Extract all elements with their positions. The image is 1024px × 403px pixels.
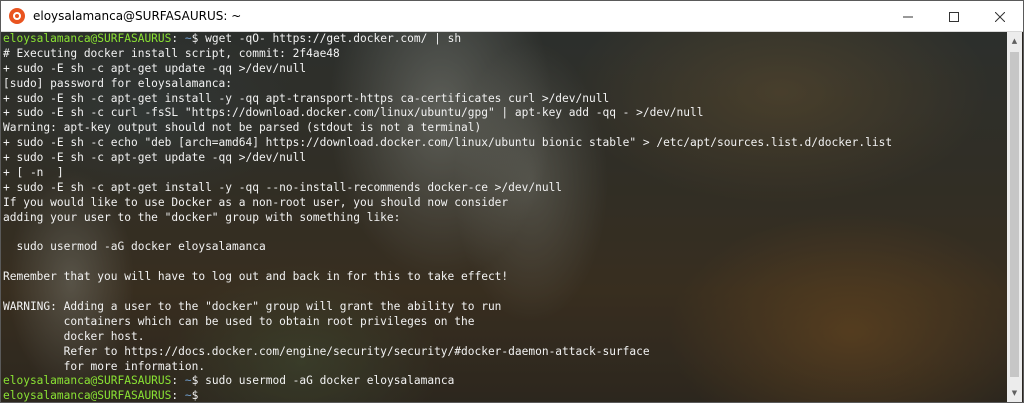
prompt-path: ~ [178, 32, 192, 45]
output-line: containers which can be used to obtain r… [3, 314, 475, 328]
prompt-line: eloysalamanca@SURFASAURUS: ~$ wget -qO- … [3, 32, 1009, 47]
command-text: sudo usermod -aG docker eloysalamanca [205, 374, 455, 388]
output-line: sudo usermod -aG docker eloysalamanca [3, 240, 266, 254]
output-line: Refer to https://docs.docker.com/engine/… [3, 344, 650, 358]
close-button[interactable] [977, 1, 1023, 32]
output-line: If you would like to use Docker as a non… [3, 195, 509, 209]
output-line: + [ -n ] [3, 166, 64, 180]
output-line: + sudo -E sh -c apt-get update -qq >/dev… [3, 151, 307, 165]
minimize-button[interactable] [885, 1, 931, 32]
prompt-symbol: $ [191, 32, 206, 45]
prompt-user-host: eloysalamanca@SURFASAURUS [3, 389, 172, 402]
prompt-user-host: eloysalamanca@SURFASAURUS [3, 374, 172, 388]
output-line: + sudo -E sh -c apt-get install -y -qq a… [3, 91, 610, 105]
vertical-scrollbar[interactable]: ▲ ▼ [1007, 32, 1022, 402]
scroll-down-arrow-icon[interactable]: ▼ [1007, 386, 1022, 400]
maximize-icon [949, 11, 959, 22]
output-line: docker host. [3, 329, 145, 343]
maximize-button[interactable] [931, 1, 977, 32]
minimize-icon [903, 16, 913, 17]
output-line: adding your user to the "docker" group w… [3, 210, 401, 224]
output-line: + sudo -E sh -c curl -fsSL "https://down… [3, 106, 704, 120]
ubuntu-logo-icon [9, 8, 25, 24]
close-icon [995, 11, 1005, 22]
window-title: eloysalamanca@SURFASAURUS: ~ [33, 9, 242, 23]
prompt-symbol: $ [191, 374, 206, 388]
terminal-output: eloysalamanca@SURFASAURUS: ~$ wget -qO- … [3, 32, 1009, 402]
output-line: + sudo -E sh -c apt-get update -qq >/dev… [3, 61, 307, 75]
window-controls [885, 1, 1023, 32]
scrollbar-thumb[interactable] [1010, 52, 1019, 377]
terminal-area[interactable]: eloysalamanca@SURFASAURUS: ~$ wget -qO- … [1, 32, 1009, 402]
output-line: + sudo -E sh -c apt-get install -y -qq -… [3, 180, 563, 194]
title-bar[interactable]: eloysalamanca@SURFASAURUS: ~ [1, 1, 1023, 32]
command-text: wget -qO- https://get.docker.com/ | sh [205, 32, 462, 45]
scroll-up-arrow-icon[interactable]: ▲ [1007, 34, 1022, 48]
prompt-user-host: eloysalamanca@SURFASAURUS [3, 32, 172, 45]
output-line: + sudo -E sh -c echo "deb [arch=amd64] h… [3, 136, 893, 150]
prompt-path: ~ [178, 374, 192, 388]
output-line: [sudo] password for eloysalamanca: [3, 76, 233, 90]
prompt-line: eloysalamanca@SURFASAURUS: ~$ sudo userm… [3, 374, 1009, 389]
output-line: # Executing docker install script, commi… [3, 46, 340, 60]
prompt-line: eloysalamanca@SURFASAURUS: ~$ [3, 389, 1009, 402]
output-line: Remember that you will have to log out a… [3, 270, 509, 284]
terminal-window: eloysalamanca@SURFASAURUS: ~ eloysalaman… [0, 0, 1024, 403]
prompt-symbol: $ [191, 389, 206, 402]
output-line: WARNING: Adding a user to the "docker" g… [3, 300, 502, 314]
prompt-path: ~ [178, 389, 192, 402]
output-line: for more information. [3, 359, 206, 373]
output-line: Warning: apt-key output should not be pa… [3, 121, 482, 135]
